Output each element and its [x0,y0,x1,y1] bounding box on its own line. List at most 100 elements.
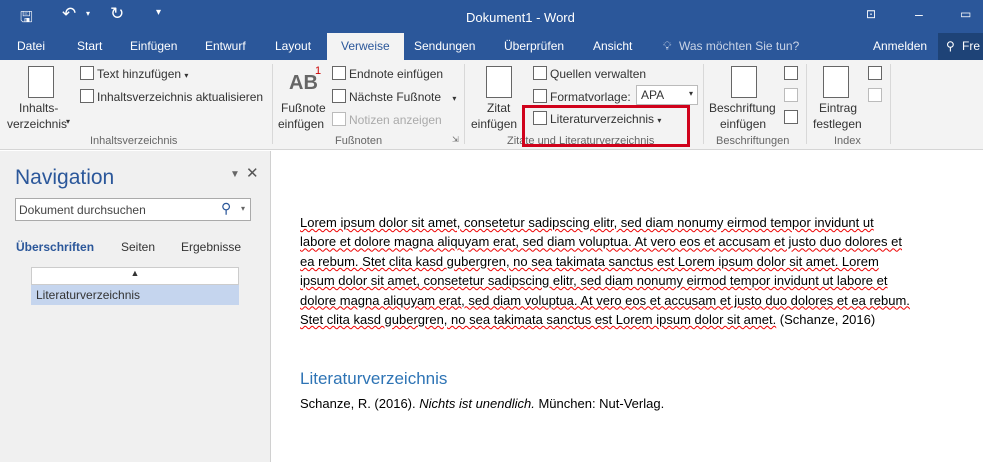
tab-entwurf[interactable]: Entwurf [205,39,246,53]
update-icon [80,89,94,103]
update-toc-label: Inhaltsverzeichnis aktualisieren [97,90,264,104]
tell-me-input[interactable]: Was möchten Sie tun? [679,39,799,53]
toc-icon [28,66,54,98]
endnote-icon [332,66,346,80]
endnote-button[interactable]: Endnote einfügen [332,66,443,81]
mark-entry-button[interactable]: Eintrag [819,101,857,115]
ref-author: Schanze, R. (2016). [300,396,420,411]
manage-sources-icon [533,66,547,80]
dialog-launcher-icon[interactable]: ⇲ [452,135,459,144]
insert-footnote-button[interactable]: Fußnote [281,101,326,115]
sign-in-link[interactable]: Anmelden [873,39,927,53]
ref-publisher: München: Nut-Verlag. [534,396,665,411]
insert-caption-button[interactable]: Beschriftung [709,101,776,115]
manage-sources-button[interactable]: Quellen verwalten [533,66,646,81]
update-table-icon[interactable] [784,88,798,102]
collapse-all-icon[interactable]: ▲ [31,267,239,285]
style-label-text: Formatvorlage: [550,90,631,104]
toc-button[interactable]: Inhalts- [19,101,58,115]
insert-citation-icon [486,66,512,98]
nav-heading-label: Literaturverzeichnis [36,288,141,302]
insert-index-icon[interactable] [868,66,882,80]
insert-footnote-line2[interactable]: einfügen [278,117,324,131]
ribbon: Inhalts- verzeichnis ▾ Text hinzufügen ▾… [0,60,983,150]
group-label-index: Index [834,135,861,147]
save-icon[interactable]: 🖫 [20,7,33,32]
undo-icon[interactable]: ↶ [62,4,76,24]
style-label: Formatvorlage: [533,89,631,104]
cross-reference-icon[interactable] [784,110,798,124]
footnote-sup: 1 [315,65,322,77]
tab-layout[interactable]: Layout [275,39,311,53]
insert-citation-button[interactable]: Zitat [487,101,510,115]
toc-button-line2[interactable]: verzeichnis [7,117,67,131]
share-label: Fre [962,39,980,53]
divider [703,64,704,144]
tab-ueberpruefen[interactable]: Überprüfen [504,39,564,53]
insert-caption-line2[interactable]: einfügen [720,117,766,131]
ribbon-display-icon[interactable]: ⊡ [866,7,876,21]
endnote-label: Endnote einfügen [349,67,444,81]
tab-datei[interactable]: Datei [17,39,45,53]
tab-start[interactable]: Start [77,39,102,53]
divider [464,64,465,144]
title-bar: 🖫 ↶ ▾ ↻ ▾ Dokument1 - Word ⊡ – ▭ [0,0,983,33]
bibliography-heading[interactable]: Literaturverzeichnis [300,369,447,389]
next-footnote-icon [332,89,346,103]
footnote-icon: AB [289,72,318,94]
insert-caption-icon [731,66,757,98]
search-placeholder: Dokument durchsuchen [19,203,146,217]
customize-qat-icon[interactable]: ▾ [156,7,161,18]
divider [806,64,807,144]
nav-options-icon[interactable]: ▼ [230,169,240,180]
add-text-button[interactable]: Text hinzufügen ▾ [80,66,188,81]
search-icon[interactable]: ⚲ [221,200,231,217]
insert-table-of-figures-icon[interactable] [784,66,798,80]
next-footnote-label: Nächste Fußnote [349,90,442,104]
body-paragraph[interactable]: Lorem ipsum dolor sit amet, consetetur s… [300,213,910,329]
person-icon: ⚲ [946,39,955,53]
tab-ansicht[interactable]: Ansicht [593,39,632,53]
add-text-icon [80,66,94,80]
window-title: Dokument1 - Word [466,10,575,25]
document-area: Lorem ipsum dolor sit amet, consetetur s… [271,151,983,462]
close-icon[interactable]: ✕ [246,164,259,182]
highlight-box [522,105,690,147]
redo-icon[interactable]: ↻ [110,4,124,24]
tab-verweise[interactable]: Verweise [327,33,404,60]
undo-dropdown-icon[interactable]: ▾ [86,9,90,18]
style-value: APA [641,88,665,102]
ribbon-tabs: Datei Start Einfügen Entwurf Layout Verw… [0,33,983,60]
style-select[interactable]: APA ▾ [636,85,698,105]
share-button[interactable]: ⚲ Fre [938,33,983,60]
divider [890,64,891,144]
manage-sources-label: Quellen verwalten [550,67,647,81]
show-notes-button[interactable]: Notizen anzeigen [332,112,442,127]
nav-tab-pages[interactable]: Seiten [121,240,155,254]
group-label-toc: Inhaltsverzeichnis [90,135,178,147]
tab-einfuegen[interactable]: Einfügen [130,39,177,53]
nav-tab-headings[interactable]: Überschriften [16,240,94,254]
search-dropdown-icon[interactable]: ▾ [241,204,245,213]
group-label-footnotes: Fußnoten [335,135,383,147]
nav-tab-results[interactable]: Ergebnisse [181,240,241,254]
maximize-icon[interactable]: ▭ [960,7,971,21]
update-toc-button[interactable]: Inhaltsverzeichnis aktualisieren [80,89,263,104]
group-label-captions: Beschriftungen [716,135,790,147]
mark-entry-icon [823,66,849,98]
nav-search-input[interactable]: Dokument durchsuchen ⚲ ▾ [15,198,251,221]
next-footnote-button[interactable]: Nächste Fußnote ▾ [332,89,456,104]
mark-entry-line2[interactable]: festlegen [813,117,862,131]
nav-title: Navigation [15,166,115,189]
tab-sendungen[interactable]: Sendungen [414,39,475,53]
toc-dropdown-icon[interactable]: ▾ [66,117,70,126]
minimize-icon[interactable]: – [915,6,923,22]
bibliography-entry[interactable]: Schanze, R. (2016). Nichts ist unendlich… [300,394,910,413]
add-text-label: Text hinzufügen [97,67,182,81]
show-notes-icon [332,112,346,126]
update-index-icon[interactable] [868,88,882,102]
insert-citation-line2[interactable]: einfügen [471,117,517,131]
body-text: Lorem ipsum dolor sit amet, consetetur s… [300,215,910,328]
citation: (Schanze, 2016) [776,312,876,328]
nav-heading-item[interactable]: Literaturverzeichnis [31,285,239,305]
